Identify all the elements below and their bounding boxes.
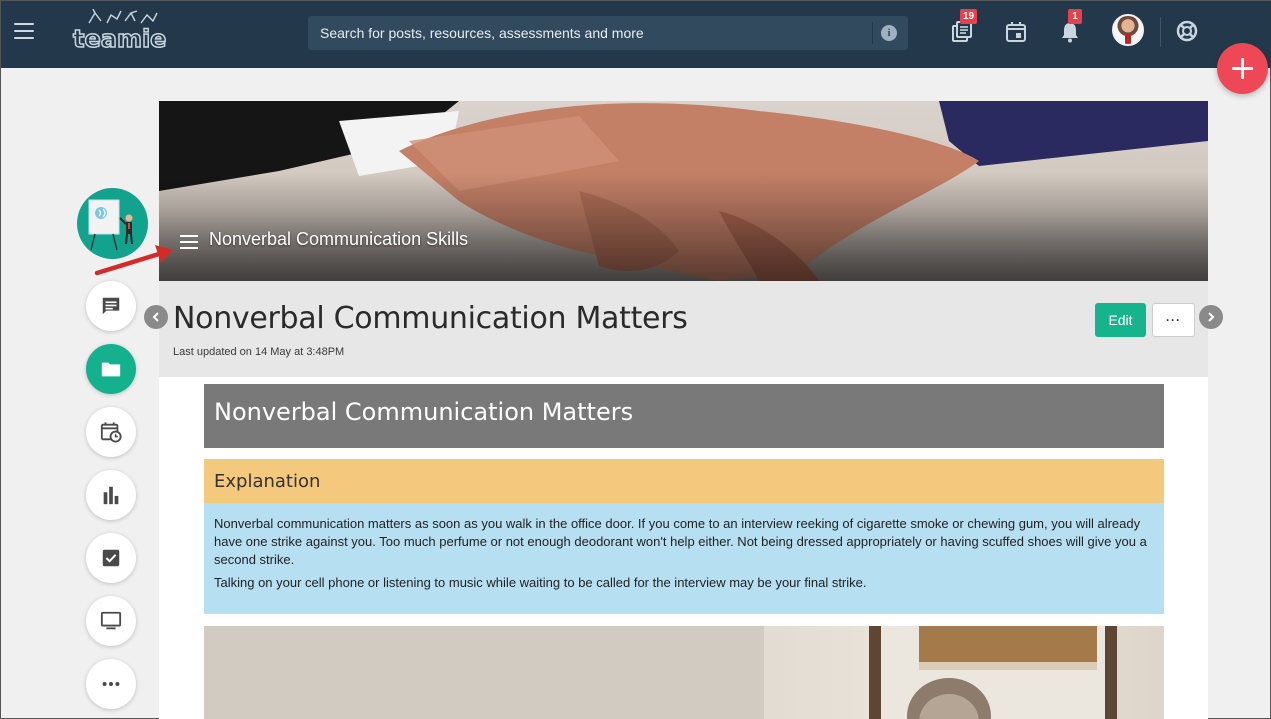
interview-image xyxy=(204,626,1117,719)
section-title-box: Nonverbal Communication Matters xyxy=(204,384,1164,448)
chevron-left-icon xyxy=(152,312,159,322)
red-arrow-annotation-icon xyxy=(94,245,173,276)
page-title: Nonverbal Communication Matters xyxy=(173,301,688,336)
calendar-button[interactable] xyxy=(1004,18,1030,44)
calendar-icon xyxy=(1006,22,1026,42)
explanation-body: Nonverbal communication matters as soon … xyxy=(204,503,1164,614)
rail-discussion-button[interactable] xyxy=(86,281,136,331)
notifications-badge: 1 xyxy=(1068,9,1082,24)
rail-resources-button[interactable] xyxy=(86,344,136,394)
course-title[interactable]: Nonverbal Communication Skills xyxy=(209,229,468,250)
rail-assessments-button[interactable] xyxy=(86,533,136,583)
search-divider xyxy=(872,22,873,44)
folder-icon xyxy=(101,362,121,377)
explanation-header: Explanation xyxy=(204,459,1164,503)
more-dots-icon xyxy=(102,681,120,687)
explanation-paragraph: Talking on your cell phone or listening … xyxy=(214,575,867,590)
user-avatar[interactable] xyxy=(1112,14,1144,46)
explanation-heading: Explanation xyxy=(214,471,321,492)
page-header: Nonverbal Communication Matters Last upd… xyxy=(159,281,1208,377)
topbar-divider xyxy=(1160,17,1161,47)
top-navigation-bar: teamie i 19 1 xyxy=(1,1,1271,68)
resources-badge: 19 xyxy=(960,9,978,24)
help-button[interactable] xyxy=(1175,18,1201,44)
chevron-right-icon xyxy=(1208,312,1215,322)
rail-schedule-button[interactable] xyxy=(86,407,136,457)
create-new-button[interactable] xyxy=(1217,43,1268,94)
last-updated-text: Last updated on 14 May at 3:48PM xyxy=(173,346,345,358)
chat-icon xyxy=(102,297,120,315)
edit-button[interactable]: Edit xyxy=(1095,303,1146,337)
monitor-icon xyxy=(100,611,122,630)
explanation-paragraph: Nonverbal communication matters as soon … xyxy=(214,516,1147,567)
rail-presentation-button[interactable] xyxy=(86,596,136,646)
hamburger-menu-icon[interactable] xyxy=(14,23,34,39)
teamie-logo[interactable]: teamie xyxy=(72,24,167,54)
more-options-button[interactable]: ··· xyxy=(1152,303,1195,337)
bar-chart-icon xyxy=(103,486,119,505)
search-input[interactable] xyxy=(308,16,870,50)
lifebuoy-icon xyxy=(1176,20,1198,42)
previous-page-button[interactable] xyxy=(144,305,168,329)
banner-shade xyxy=(159,101,1208,281)
notifications-button[interactable]: 1 xyxy=(1058,9,1084,44)
next-page-button[interactable] xyxy=(1199,305,1223,329)
course-menu-icon[interactable] xyxy=(180,235,198,249)
info-icon[interactable]: i xyxy=(881,25,897,41)
course-banner: Nonverbal Communication Skills xyxy=(159,101,1208,281)
calendar-clock-icon xyxy=(100,422,122,443)
checkbox-icon xyxy=(102,549,120,567)
interview-photo xyxy=(204,626,1164,719)
resources-button[interactable]: 19 xyxy=(950,9,978,44)
rail-more-button[interactable] xyxy=(86,659,136,709)
page-content: Nonverbal Communication Matters Explanat… xyxy=(159,377,1208,719)
section-title: Nonverbal Communication Matters xyxy=(214,398,634,426)
rail-analytics-button[interactable] xyxy=(86,470,136,520)
search-bar: i xyxy=(308,16,908,50)
logo-figures-icon xyxy=(88,9,158,24)
